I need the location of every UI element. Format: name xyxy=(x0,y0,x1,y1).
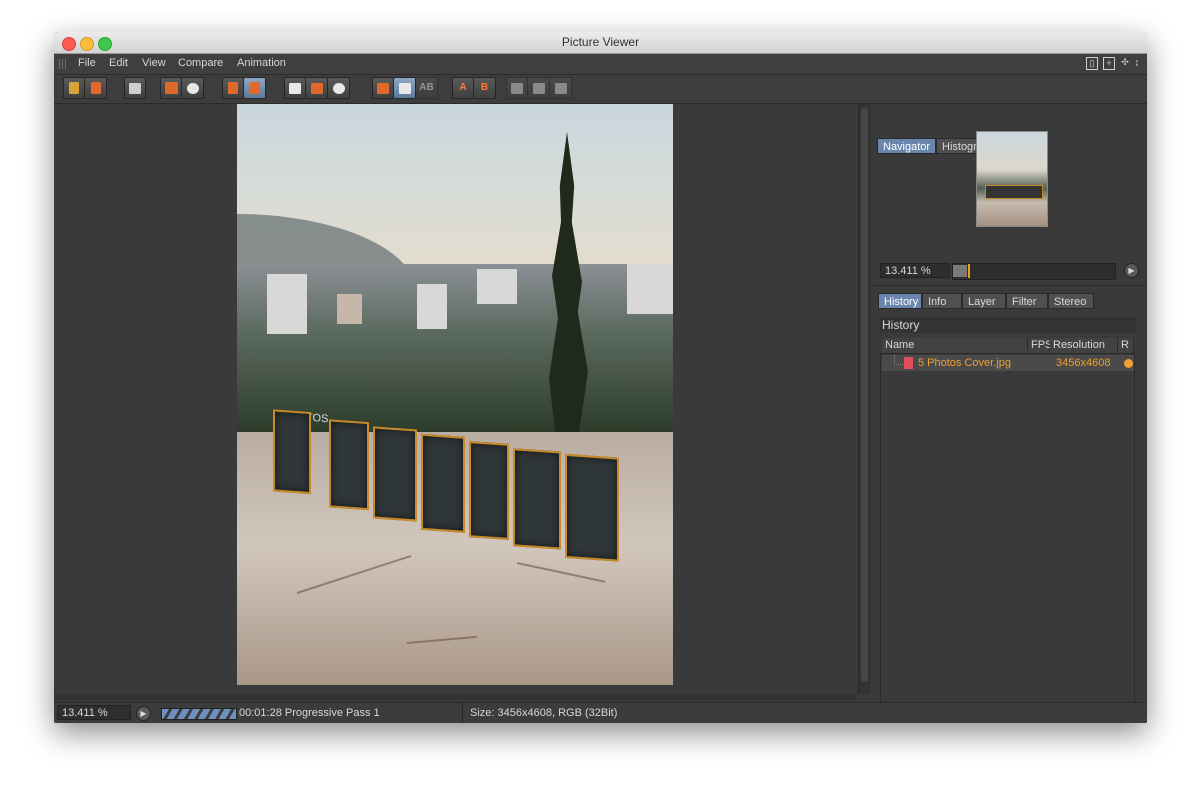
column-resolution[interactable]: Resolution xyxy=(1050,338,1118,353)
swap-compare-button[interactable] xyxy=(506,77,528,99)
thumbnail-text-blocks xyxy=(985,185,1043,199)
close-window-button[interactable] xyxy=(62,37,76,51)
menu-bar: File Edit View Compare Animation ▯ + ✣ ↨ xyxy=(54,54,1147,75)
tab-navigator[interactable]: Navigator xyxy=(877,138,936,154)
window-title: Picture Viewer xyxy=(561,35,640,49)
render-status-text: 00:01:28 Progressive Pass 1 xyxy=(239,707,380,719)
overlay-compare-button[interactable] xyxy=(550,77,572,99)
rendered-image[interactable]: 5 PHOTOS xyxy=(237,104,673,685)
toolbar: AB A B xyxy=(54,75,1147,104)
title-bar: Picture Viewer xyxy=(54,32,1147,54)
move-panel-icon[interactable]: ✣ xyxy=(1120,57,1130,68)
tab-layer[interactable]: Layer xyxy=(962,293,1006,309)
history-row[interactable]: 5 Photos Cover.jpg 3456x4608 xyxy=(882,355,1134,371)
compare-side-by-side-button[interactable] xyxy=(372,77,394,99)
set-b-button[interactable]: B xyxy=(474,77,496,99)
compare-split-button[interactable] xyxy=(394,77,416,99)
viewport-horizontal-scrollbar[interactable] xyxy=(54,694,857,700)
history-title: History xyxy=(880,317,1136,333)
render-status-dot-icon xyxy=(1124,359,1133,368)
status-zoom-field[interactable]: 13.411 % xyxy=(57,705,131,720)
difference-compare-button[interactable] xyxy=(528,77,550,99)
snapshot-b-button[interactable] xyxy=(306,77,328,99)
copy-image-button[interactable] xyxy=(222,77,244,99)
viewport-vertical-scrollbar[interactable] xyxy=(858,104,871,694)
picture-viewer-window: Picture Viewer File Edit View Compare An… xyxy=(54,32,1147,723)
panel-divider xyxy=(872,285,1147,286)
navigator-zoom-field[interactable]: 13.411 % xyxy=(880,263,950,278)
set-a-button[interactable]: A xyxy=(452,77,474,99)
column-fps[interactable]: FPS xyxy=(1028,338,1052,353)
snapshot-a-button[interactable] xyxy=(284,77,306,99)
dock-panel-icon[interactable]: ↨ xyxy=(1132,57,1142,68)
history-item-resolution: 3456x4608 xyxy=(1056,357,1111,369)
menu-view[interactable]: View xyxy=(142,57,166,69)
image-size-info: Size: 3456x4608, RGB (32Bit) xyxy=(470,707,618,719)
navigator-play-icon[interactable]: ▶ xyxy=(1124,263,1139,278)
column-r[interactable]: R xyxy=(1118,338,1134,353)
zoom-window-button[interactable] xyxy=(98,37,112,51)
tab-filter[interactable]: Filter xyxy=(1006,293,1048,309)
film-strip-icon xyxy=(904,357,913,369)
navigator-thumbnail[interactable] xyxy=(976,131,1048,227)
zoom-slider-knob[interactable] xyxy=(953,265,967,277)
open-file-button[interactable] xyxy=(63,77,85,99)
menu-file[interactable]: File xyxy=(78,57,96,69)
tab-stereo[interactable]: Stereo xyxy=(1048,293,1094,309)
menu-grip-icon[interactable] xyxy=(59,59,68,69)
compare-ab-button[interactable]: AB xyxy=(416,77,438,99)
tab-history[interactable]: History xyxy=(878,293,922,309)
column-name[interactable]: Name xyxy=(882,338,1028,353)
camera-user-button[interactable] xyxy=(328,77,350,99)
status-bar: 13.411 % ▶ 00:01:28 Progressive Pass 1 S… xyxy=(54,702,1147,723)
history-item-name: 5 Photos Cover.jpg xyxy=(918,357,1011,369)
menu-animation[interactable]: Animation xyxy=(237,57,286,69)
channels-button[interactable] xyxy=(160,77,182,99)
paste-image-button[interactable] xyxy=(244,77,266,99)
menu-compare[interactable]: Compare xyxy=(178,57,223,69)
minimize-window-button[interactable] xyxy=(80,37,94,51)
tab-info[interactable]: Info xyxy=(922,293,962,309)
export-user-button[interactable] xyxy=(182,77,204,99)
zoom-slider-marker xyxy=(968,264,970,278)
clapperboard-button[interactable] xyxy=(124,77,146,99)
image-city-region xyxy=(237,264,673,434)
status-separator xyxy=(462,703,463,723)
image-letter-blocks xyxy=(273,409,633,564)
history-list[interactable] xyxy=(880,353,1135,708)
tree-branch-icon xyxy=(894,355,903,365)
navigator-zoom-slider[interactable] xyxy=(952,263,1116,280)
layout-add-icon[interactable]: + xyxy=(1103,57,1115,70)
menu-edit[interactable]: Edit xyxy=(109,57,128,69)
side-panel: Navigator Histogram 13.411 % ▶ History I… xyxy=(872,104,1147,723)
status-play-icon[interactable]: ▶ xyxy=(136,706,151,721)
viewport-scroll-thumb[interactable] xyxy=(861,108,868,682)
render-progress-bar xyxy=(161,708,237,720)
layout-single-icon[interactable]: ▯ xyxy=(1086,57,1098,70)
save-file-button[interactable] xyxy=(85,77,107,99)
